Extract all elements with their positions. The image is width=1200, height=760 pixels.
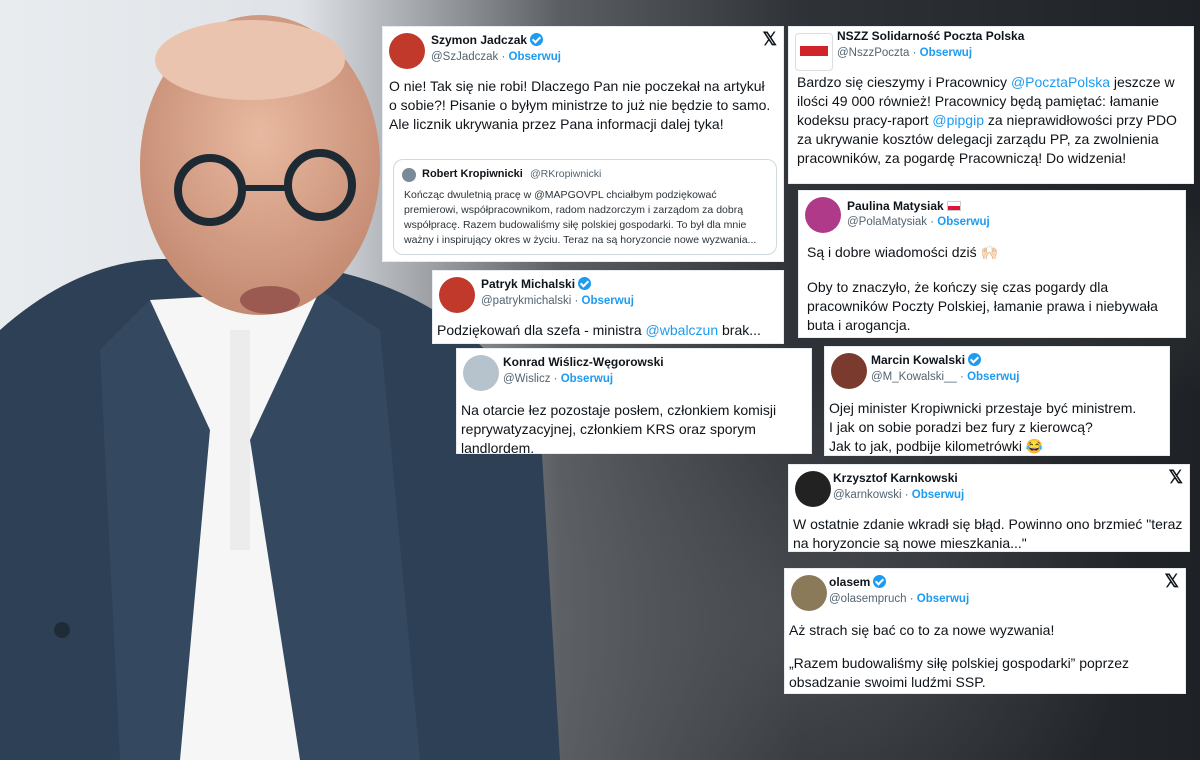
avatar[interactable] <box>805 197 841 233</box>
verified-badge-icon <box>968 353 982 366</box>
verified-badge-icon <box>530 33 544 46</box>
author-handle[interactable]: @patrykmichalski <box>481 295 571 307</box>
author-name[interactable]: olasem <box>829 575 887 589</box>
author-handle[interactable]: @PolaMatysiak <box>847 216 927 228</box>
author-name[interactable]: Krzysztof Karnkowski <box>833 471 958 485</box>
author-handle[interactable]: @Wislicz <box>503 373 550 385</box>
author-handle[interactable]: @SzJadczak <box>431 51 498 63</box>
quoted-author-handle[interactable]: @RKropiwnicki <box>530 168 601 180</box>
avatar[interactable] <box>791 575 827 611</box>
quoted-tweet-text: Kończąc dwuletnią pracę w @MAPGOVPL chci… <box>404 189 757 246</box>
mention-link[interactable]: @pipgip <box>932 112 984 128</box>
tweet-text: W ostatnie zdanie wkradł się błąd. Powin… <box>793 516 1183 551</box>
avatar[interactable] <box>795 33 833 71</box>
follow-button[interactable]: Obserwuj <box>561 373 613 385</box>
avatar[interactable] <box>389 33 425 69</box>
avatar[interactable] <box>463 355 499 391</box>
author-handle[interactable]: @M_Kowalski__ <box>871 371 957 383</box>
mention-link[interactable]: @wbalczun <box>646 322 719 338</box>
follow-button[interactable]: Obserwuj <box>967 371 1019 383</box>
avatar[interactable] <box>439 277 475 313</box>
follow-button[interactable]: Obserwuj <box>937 216 989 228</box>
tweet-text: Podziękowań dla szefa - ministra @wbalcz… <box>437 322 761 338</box>
avatar[interactable] <box>831 353 867 389</box>
author-name[interactable]: Paulina Matysiak <box>847 199 961 213</box>
tweet-card-olasem[interactable]: olasem @olasempruch · Obserwuj 𝕏 Aż stra… <box>784 568 1186 694</box>
author-handle[interactable]: @karnkowski <box>833 489 902 501</box>
tweet-card-karnkowski[interactable]: Krzysztof Karnkowski @karnkowski · Obser… <box>788 464 1190 552</box>
x-logo-icon[interactable]: 𝕏 <box>1168 467 1183 488</box>
tweet-text: O nie! Tak się nie robi! Dlaczego Pan ni… <box>389 78 771 132</box>
tweet-text: Ojej minister Kropiwnicki przestaje być … <box>829 400 1137 454</box>
follow-button[interactable]: Obserwuj <box>509 51 561 63</box>
tweet-text: Są i dobre wiadomości dziś 🙌🏻 Oby to zna… <box>807 244 1158 333</box>
follow-button[interactable]: Obserwuj <box>920 47 972 59</box>
poland-flag-icon <box>946 201 961 211</box>
tweet-card-michalski[interactable]: Patryk Michalski @patrykmichalski · Obse… <box>432 270 784 344</box>
author-name[interactable]: Szymon Jadczak <box>431 33 544 47</box>
author-name[interactable]: Marcin Kowalski <box>871 353 982 367</box>
x-logo-icon[interactable]: 𝕏 <box>1164 571 1179 592</box>
verified-badge-icon <box>873 575 887 588</box>
avatar[interactable] <box>795 471 831 507</box>
tweet-card-nszz[interactable]: NSZZ Solidarność Poczta Polska @NszzPocz… <box>788 26 1194 184</box>
tweet-card-jadczak[interactable]: Szymon Jadczak @SzJadczak · Obserwuj 𝕏 O… <box>382 26 784 262</box>
tweet-text: Bardzo się cieszymy i Pracownicy @Poczta… <box>797 74 1177 166</box>
tweet-text: Aż strach się bać co to za nowe wyzwania… <box>789 622 1130 690</box>
follow-button[interactable]: Obserwuj <box>912 489 964 501</box>
verified-badge-icon <box>578 277 592 290</box>
follow-button[interactable]: Obserwuj <box>582 295 634 307</box>
tweet-text: Na otarcie łez pozostaje posłem, członki… <box>461 402 777 456</box>
tweet-card-kowalski[interactable]: Marcin Kowalski @M_Kowalski__ · Obserwuj… <box>824 346 1170 456</box>
tweet-card-wislicz[interactable]: Konrad Wiślicz-Węgorowski @Wislicz · Obs… <box>456 348 812 456</box>
quoted-author-name[interactable]: Robert Kropiwnicki <box>422 168 523 180</box>
author-handle[interactable]: @NszzPoczta <box>837 47 909 59</box>
follow-button[interactable]: Obserwuj <box>917 593 969 605</box>
quoted-tweet[interactable]: Robert Kropiwnicki @RKropiwnicki Kończąc… <box>393 159 777 255</box>
author-handle[interactable]: @olasempruch <box>829 593 907 605</box>
x-logo-icon[interactable]: 𝕏 <box>762 29 777 50</box>
author-name[interactable]: NSZZ Solidarność Poczta Polska <box>837 29 1024 43</box>
avatar[interactable] <box>402 168 416 182</box>
mention-link[interactable]: @PocztaPolska <box>1011 74 1110 90</box>
author-name[interactable]: Konrad Wiślicz-Węgorowski <box>503 355 664 369</box>
author-name[interactable]: Patryk Michalski <box>481 277 592 291</box>
tweet-card-matysiak[interactable]: Paulina Matysiak @PolaMatysiak · Obserwu… <box>798 190 1186 338</box>
